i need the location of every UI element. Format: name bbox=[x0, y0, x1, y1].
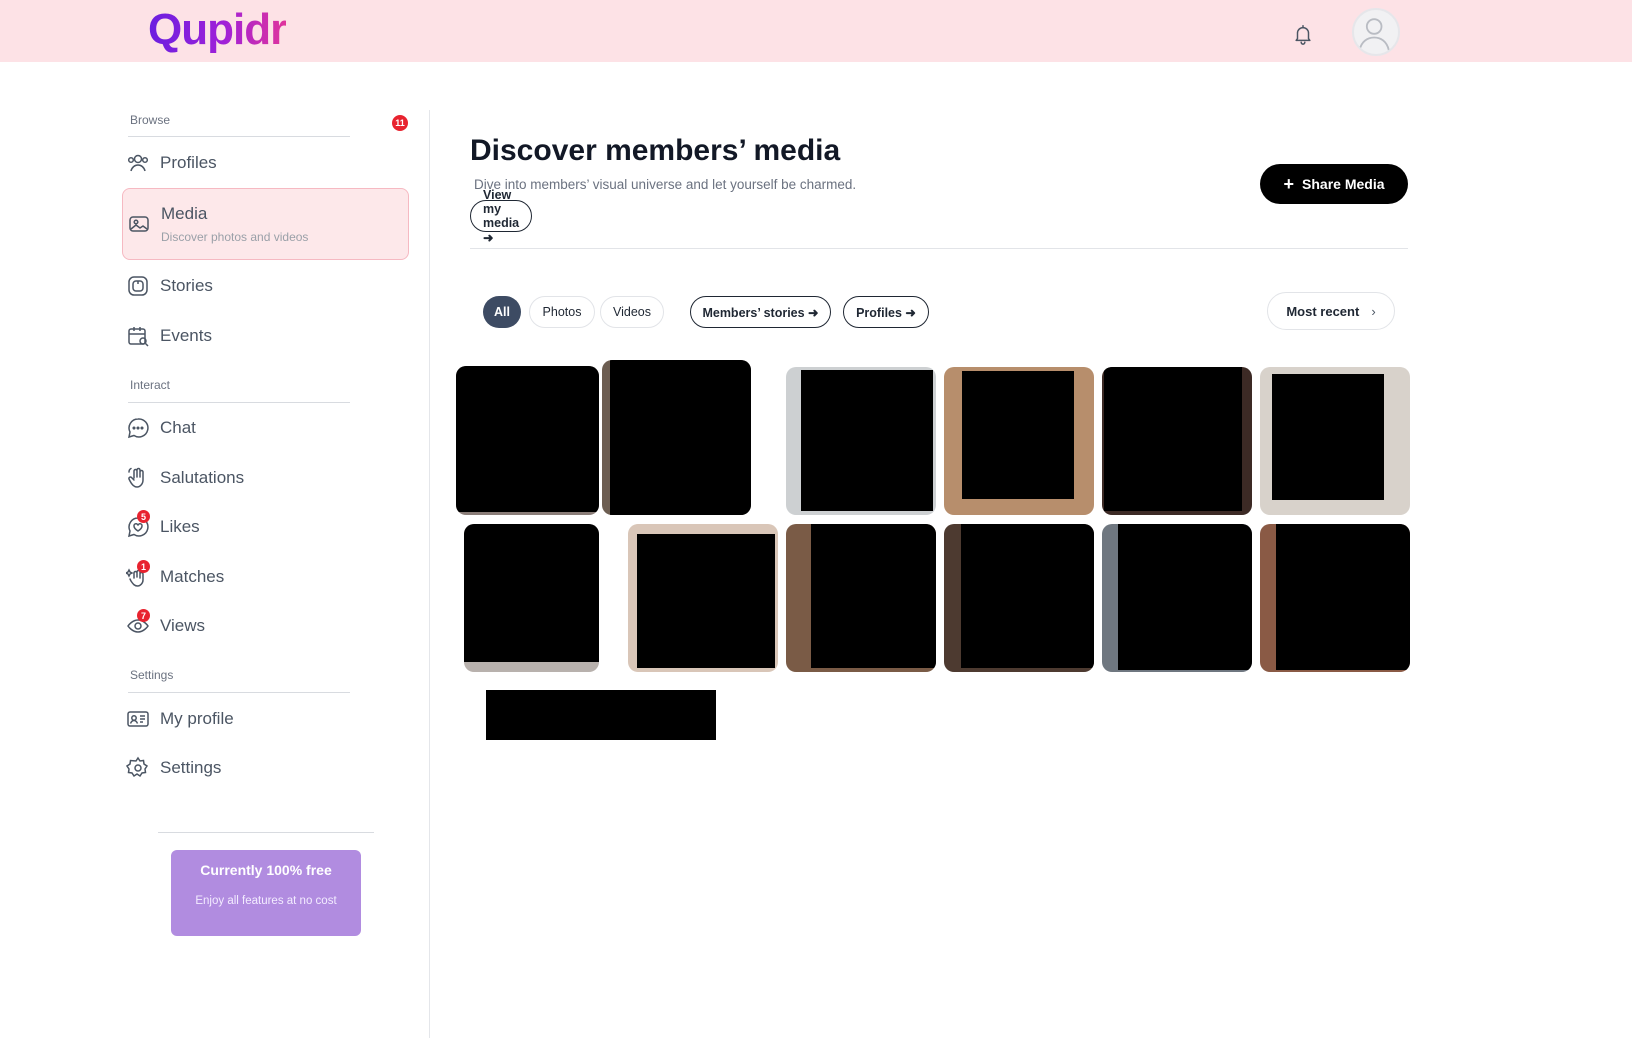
likes-badge: 5 bbox=[137, 510, 150, 523]
media-tile[interactable] bbox=[628, 524, 778, 672]
media-tile[interactable] bbox=[944, 367, 1094, 515]
avatar[interactable] bbox=[1352, 8, 1400, 56]
filter-videos[interactable]: Videos bbox=[600, 296, 664, 328]
sidebar-item-views[interactable]: 7 Views bbox=[122, 603, 409, 649]
calendar-icon bbox=[126, 324, 150, 348]
redaction bbox=[1272, 374, 1384, 500]
avatar-placeholder-icon bbox=[1358, 18, 1390, 51]
profiles-link[interactable]: Profiles ➜ bbox=[843, 296, 929, 328]
redaction bbox=[464, 524, 599, 662]
bell-icon[interactable] bbox=[1292, 22, 1314, 46]
promo-title: Currently 100% free bbox=[200, 862, 332, 878]
sidebar-item-chat[interactable]: Chat bbox=[122, 405, 409, 451]
image-icon bbox=[127, 212, 151, 236]
sort-dropdown[interactable]: Most recent › bbox=[1267, 292, 1395, 330]
redaction bbox=[1118, 524, 1252, 670]
media-tile[interactable] bbox=[944, 524, 1094, 672]
sidebar-item-label: Media bbox=[161, 204, 208, 223]
sort-label: Most recent bbox=[1286, 303, 1360, 319]
sidebar-item-label: Chat bbox=[160, 418, 196, 437]
sidebar-item-label: Settings bbox=[160, 758, 222, 777]
sidebar-item-label: Views bbox=[160, 616, 206, 635]
media-tile[interactable] bbox=[464, 524, 599, 672]
sidebar-item-label: My profile bbox=[160, 709, 234, 728]
redaction bbox=[610, 360, 751, 515]
media-tile[interactable] bbox=[786, 367, 936, 515]
media-tile[interactable] bbox=[602, 360, 751, 515]
divider bbox=[470, 248, 1408, 249]
members-stories-link[interactable]: Members’ stories ➜ bbox=[690, 296, 831, 328]
sidebar-item-label: Profiles bbox=[160, 153, 217, 172]
share-media-button[interactable]: + Share Media bbox=[1260, 164, 1408, 204]
section-label-settings: Settings bbox=[130, 668, 174, 682]
matches-badge: 1 bbox=[137, 560, 150, 573]
heart-chat-icon: 5 bbox=[126, 510, 150, 539]
filter-all[interactable]: All bbox=[483, 296, 521, 328]
sidebar-item-profiles[interactable]: Profiles bbox=[122, 140, 409, 186]
media-tile[interactable] bbox=[1102, 367, 1252, 515]
redaction bbox=[456, 366, 599, 512]
filter-photos[interactable]: Photos bbox=[529, 296, 595, 328]
redaction bbox=[811, 524, 936, 668]
load-more-button[interactable] bbox=[486, 690, 716, 740]
redaction bbox=[962, 371, 1074, 499]
redaction bbox=[1104, 367, 1242, 511]
page-title: Discover members’ media bbox=[470, 134, 841, 167]
sidebar-item-stories[interactable]: Stories bbox=[122, 263, 409, 309]
stories-icon bbox=[126, 274, 150, 298]
redaction bbox=[801, 370, 933, 511]
sidebar-item-label: Likes bbox=[160, 517, 200, 536]
sidebar-item-label: Stories bbox=[160, 276, 213, 295]
eye-icon: 7 bbox=[126, 609, 150, 638]
redaction bbox=[637, 534, 775, 668]
id-card-icon bbox=[126, 707, 150, 731]
sidebar-item-sublabel: Discover photos and videos bbox=[161, 230, 309, 244]
plus-icon: + bbox=[1283, 174, 1295, 194]
page-subtitle: Dive into members’ visual universe and l… bbox=[474, 177, 857, 192]
browse-badge: 11 bbox=[392, 115, 408, 131]
sidebar-item-events[interactable]: Events bbox=[122, 313, 409, 359]
sidebar-item-settings[interactable]: Settings bbox=[122, 745, 409, 791]
sidebar-item-likes[interactable]: 5 Likes bbox=[122, 504, 409, 550]
media-tile[interactable] bbox=[1260, 367, 1410, 515]
share-media-label: Share Media bbox=[1302, 176, 1385, 192]
wave-hand-icon bbox=[126, 466, 150, 490]
sparkle-hand-icon: 1 bbox=[124, 560, 150, 589]
divider bbox=[128, 692, 350, 693]
views-badge: 7 bbox=[137, 609, 150, 622]
section-label-browse: Browse bbox=[130, 113, 171, 127]
redaction bbox=[1276, 524, 1410, 670]
app-logo[interactable]: Qupidr bbox=[148, 4, 287, 56]
gear-icon bbox=[125, 756, 150, 780]
media-tile[interactable] bbox=[786, 524, 936, 672]
users-icon bbox=[126, 151, 150, 175]
media-tile[interactable] bbox=[456, 366, 599, 515]
sidebar-item-media[interactable]: Media Discover photos and videos bbox=[122, 188, 409, 260]
section-label-interact: Interact bbox=[130, 378, 171, 392]
promo-text: Enjoy all features at no cost bbox=[195, 895, 337, 907]
sidebar-item-matches[interactable]: 1 Matches bbox=[122, 554, 409, 600]
sidebar-item-salutations[interactable]: Salutations bbox=[122, 455, 409, 501]
view-my-media-button[interactable]: View my media ➜ bbox=[470, 188, 533, 245]
sidebar-item-my-profile[interactable]: My profile bbox=[122, 696, 409, 742]
media-tile[interactable] bbox=[1260, 524, 1410, 672]
redaction bbox=[961, 524, 1094, 668]
chevron-right-icon: › bbox=[1371, 303, 1376, 319]
divider bbox=[128, 136, 350, 137]
chat-bubble-icon bbox=[126, 416, 150, 440]
sidebar-item-label: Matches bbox=[160, 567, 225, 586]
media-tile[interactable] bbox=[1102, 524, 1252, 672]
divider bbox=[128, 402, 350, 403]
sidebar-item-label: Salutations bbox=[160, 468, 245, 487]
sidebar-divider bbox=[429, 110, 430, 1038]
top-bar: Qupidr bbox=[0, 0, 1632, 62]
divider bbox=[158, 832, 374, 833]
sidebar-item-text: Media Discover photos and videos bbox=[161, 204, 308, 244]
promo-banner[interactable]: Currently 100% free Enjoy all features a… bbox=[171, 850, 361, 936]
sidebar-item-label: Events bbox=[160, 326, 212, 345]
